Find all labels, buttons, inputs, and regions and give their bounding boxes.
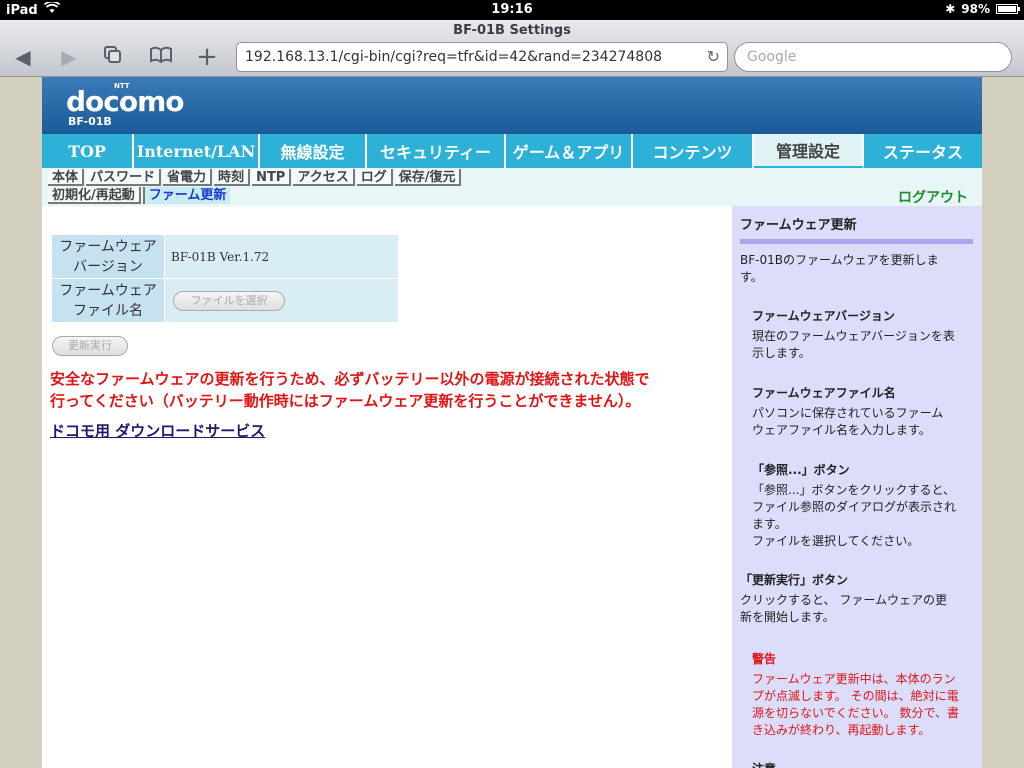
help-line: 新を開始します。 bbox=[740, 610, 835, 624]
battery-fill bbox=[998, 6, 1016, 12]
main-nav: TOP Internet/LAN 無線設定 セキュリティー ゲーム＆アプリ コン… bbox=[42, 134, 982, 168]
help-heading: 「更新実行」ボタン bbox=[740, 573, 849, 587]
reload-icon[interactable]: ↻ bbox=[707, 47, 720, 66]
file-label-line: ファームウェア bbox=[59, 282, 157, 299]
url-field[interactable]: 192.168.13.1/cgi-bin/cgi?req=tfr&id=42&r… bbox=[236, 42, 728, 72]
tab-internet-lan[interactable]: Internet/LAN bbox=[134, 134, 260, 168]
subtab-device[interactable]: 本体 bbox=[48, 169, 85, 186]
status-bar: iPad 19:16 ✱ 98% bbox=[0, 0, 1024, 20]
help-line: パソコンに保存されているファーム bbox=[752, 406, 944, 420]
help-divider bbox=[740, 239, 973, 244]
subtab-clock[interactable]: 時刻 bbox=[214, 169, 251, 186]
help-line: ファームウェア更新中は、本体のラン bbox=[752, 672, 956, 686]
version-value: BF-01B Ver.1.72 bbox=[164, 234, 399, 279]
clock: 19:16 bbox=[491, 2, 533, 17]
bluetooth-icon: ✱ bbox=[945, 2, 956, 16]
help-line: プが点滅します。 その間は、絶対に電 bbox=[752, 689, 959, 703]
battery-percent: 98% bbox=[961, 2, 990, 16]
help-line: す。 bbox=[740, 270, 763, 284]
subtab-firmware-update[interactable]: ファーム更新 bbox=[142, 187, 231, 204]
subtab-ntp[interactable]: NTP bbox=[252, 169, 292, 186]
warning-line: 安全なファームウェアの更新を行うため、必ずバッテリー以外の電源が接続された状態で bbox=[50, 370, 650, 388]
tab-wireless[interactable]: 無線設定 bbox=[260, 134, 367, 168]
firmware-form: ファームウェア バージョン BF-01B Ver.1.72 ファームウェア ファ… bbox=[51, 234, 399, 323]
download-service-link[interactable]: ドコモ用 ダウンロードサービス bbox=[50, 420, 265, 441]
help-heading: ファームウェアファイル名 bbox=[752, 386, 896, 400]
help-line: 示します。 bbox=[752, 346, 811, 360]
bookmarks-icon[interactable] bbox=[148, 45, 174, 69]
help-line: BF-01Bのファームウェアを更新しま bbox=[740, 253, 939, 267]
subtab-log[interactable]: ログ bbox=[356, 169, 393, 186]
logout-link[interactable]: ログアウト bbox=[898, 187, 968, 207]
help-line: ウェアファイル名を入力します。 bbox=[752, 423, 931, 437]
help-line: 現在のファームウェアバージョンを表 bbox=[752, 329, 955, 343]
back-icon[interactable]: ◀ bbox=[10, 45, 36, 69]
help-intro: BF-01Bのファームウェアを更新しま す。 bbox=[740, 252, 939, 286]
file-label-line: ファイル名 bbox=[73, 302, 143, 319]
tab-security[interactable]: セキュリティー bbox=[367, 134, 506, 168]
main-content: ファームウェア バージョン BF-01B Ver.1.72 ファームウェア ファ… bbox=[42, 206, 732, 768]
warning-text: 安全なファームウェアの更新を行うため、必ずバッテリー以外の電源が接続された状態で… bbox=[50, 368, 690, 412]
help-line: 源を切らないでください。 数分で、書 bbox=[752, 706, 959, 720]
browser-title: BF-01B Settings bbox=[453, 23, 571, 38]
help-line: き込みが終わり、再起動します。 bbox=[752, 723, 931, 737]
warning-line: 行ってください（バッテリー動作時にはファームウェア更新を行うことができません）。 bbox=[50, 392, 641, 410]
version-label-line: バージョン bbox=[73, 258, 143, 275]
tab-status[interactable]: ステータス bbox=[864, 134, 982, 168]
help-heading: 注意 bbox=[752, 760, 776, 768]
choose-file-button[interactable]: ファイルを選択 bbox=[173, 290, 285, 311]
help-line: ファイルを選択してください。 bbox=[752, 534, 920, 548]
version-label-line: ファームウェア bbox=[59, 238, 157, 255]
subtab-power-saving[interactable]: 省電力 bbox=[163, 169, 213, 186]
browser-toolbar: BF-01B Settings ◀ ▶ + 192.168.13.1/cgi-b… bbox=[0, 20, 1024, 77]
help-paragraph: クリックすると、 ファームウェアの更 新を開始します。 bbox=[740, 592, 947, 626]
run-update-button[interactable]: 更新実行 bbox=[52, 336, 128, 356]
forward-icon[interactable]: ▶ bbox=[56, 45, 82, 69]
file-cell: ファイルを選択 bbox=[164, 278, 399, 323]
subtab-reset-reboot[interactable]: 初期化/再起動 bbox=[48, 187, 141, 204]
help-line: ます。 bbox=[752, 517, 787, 531]
add-icon[interactable]: + bbox=[194, 44, 220, 70]
help-line: クリックすると、 ファームウェアの更 bbox=[740, 593, 947, 607]
web-page: NTT docomo BF-01B TOP Internet/LAN 無線設定 … bbox=[42, 77, 982, 768]
battery-icon bbox=[996, 4, 1020, 14]
help-heading: 警告 bbox=[752, 652, 777, 666]
help-line: ファイル参照のダイアログが表示され bbox=[752, 500, 957, 514]
search-input[interactable]: Google bbox=[734, 42, 1012, 72]
help-line: 「参照...」ボタンをクリックすると、 bbox=[752, 483, 955, 497]
subtab-password[interactable]: パスワード bbox=[86, 169, 162, 186]
file-label: ファームウェア ファイル名 bbox=[51, 278, 165, 323]
help-title: ファームウェア更新 bbox=[740, 218, 857, 233]
help-paragraph: 現在のファームウェアバージョンを表 示します。 bbox=[752, 328, 955, 362]
subtab-backup-restore[interactable]: 保存/復元 bbox=[394, 169, 462, 186]
help-panel: ファームウェア更新 BF-01Bのファームウェアを更新しま す。 ファームウェア… bbox=[732, 206, 982, 768]
table-row: ファームウェア バージョン BF-01B Ver.1.72 bbox=[51, 234, 399, 279]
docomo-logo: docomo bbox=[66, 85, 185, 118]
sub-nav: 本体 パスワード 省電力 時刻 NTP アクセス ログ 保存/復元 初期化/再起… bbox=[42, 168, 982, 206]
help-heading: ファームウェアバージョン bbox=[752, 309, 895, 323]
tab-top[interactable]: TOP bbox=[42, 134, 134, 168]
tab-contents[interactable]: コンテンツ bbox=[633, 134, 754, 168]
header-banner: NTT docomo BF-01B bbox=[42, 77, 982, 134]
help-heading: 「参照...」ボタン bbox=[752, 463, 850, 477]
tab-game-app[interactable]: ゲーム＆アプリ bbox=[506, 134, 633, 168]
tab-admin[interactable]: 管理設定 bbox=[754, 134, 864, 168]
table-row: ファームウェア ファイル名 ファイルを選択 bbox=[51, 278, 399, 323]
url-text: 192.168.13.1/cgi-bin/cgi?req=tfr&id=42&r… bbox=[245, 49, 663, 65]
help-paragraph: 「参照...」ボタンをクリックすると、 ファイル参照のダイアログが表示され ます… bbox=[752, 482, 956, 550]
version-label: ファームウェア バージョン bbox=[51, 234, 165, 279]
help-paragraph: パソコンに保存されているファーム ウェアファイル名を入力します。 bbox=[752, 405, 943, 439]
pages-icon[interactable] bbox=[100, 45, 126, 69]
model-name: BF-01B bbox=[68, 115, 112, 128]
subtab-access[interactable]: アクセス bbox=[293, 169, 355, 186]
help-paragraph: ファームウェア更新中は、本体のラン プが点滅します。 その間は、絶対に電 源を切… bbox=[752, 671, 959, 739]
